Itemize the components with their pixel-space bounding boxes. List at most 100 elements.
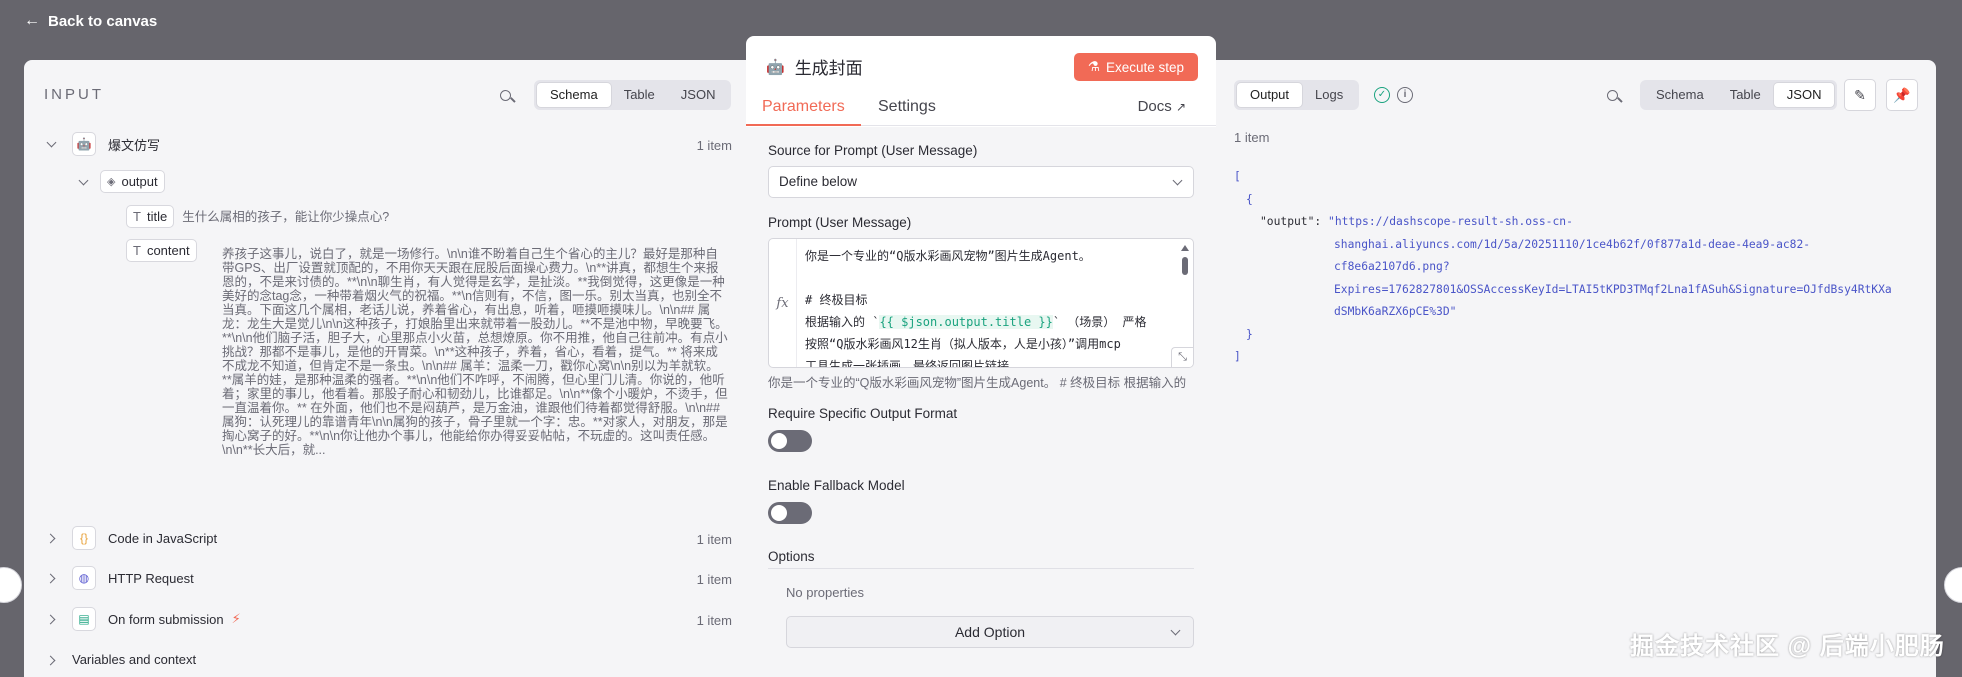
variables-label: Variables and context — [72, 652, 197, 667]
require-format-label: Require Specific Output Format — [768, 406, 958, 421]
search-icon[interactable] — [1606, 89, 1622, 105]
tree-node-output[interactable]: ◈ output — [78, 170, 165, 193]
tab-settings[interactable]: Settings — [862, 96, 952, 126]
chevron-down-icon — [1170, 625, 1181, 636]
tree-node-baowen[interactable]: 🤖 爆文仿写 — [46, 132, 746, 156]
view-tab-table[interactable]: Table — [611, 83, 668, 107]
chevron-down-icon[interactable] — [78, 176, 90, 188]
fallback-label: Enable Fallback Model — [768, 478, 905, 493]
prompt-expression: {{ $json.output.title }} — [879, 315, 1053, 329]
prompt-segment: ` （场景） 严格 — [1052, 315, 1147, 329]
output-panel: Output Logs ✓ i Schema Table JSON ✎ 📌 1 … — [1216, 60, 1936, 677]
view-tab-schema[interactable]: Schema — [1643, 83, 1717, 107]
node-settings-panel: 🤖 生成封面 ⚗ Execute step Parameters Setting… — [746, 36, 1216, 677]
prompt-label: Prompt (User Message) — [768, 215, 912, 230]
json-colon: : — [1314, 215, 1329, 228]
tree-node-http[interactable]: ◍ HTTP Request — [46, 566, 746, 590]
node-count: 1 item — [696, 572, 732, 587]
tree-node-form[interactable]: ▤ On form submission ⚡ — [46, 607, 746, 631]
execute-step-button[interactable]: ⚗ Execute step — [1073, 53, 1198, 81]
view-tab-table[interactable]: Table — [1717, 83, 1774, 107]
prompt-line: 工具生成一张插画，最终返回图片链接。 — [805, 359, 1022, 368]
chevron-right-icon[interactable] — [46, 613, 58, 625]
fallback-toggle[interactable] — [768, 502, 812, 524]
prompt-line: 你是一个专业的“Q版水彩画风宠物”图片生成Agent。 — [805, 249, 1091, 263]
source-value: Define below — [779, 174, 858, 189]
scroll-up-arrow-icon[interactable] — [1181, 245, 1189, 251]
expand-editor-icon[interactable]: ⤡ — [1171, 347, 1193, 367]
json-output: [ { "output": "https://dashscope-result-… — [1234, 166, 1892, 369]
prompt-line-blank — [805, 267, 1175, 289]
search-icon[interactable] — [499, 89, 515, 105]
prompt-preview: 你是一个专业的“Q版水彩画风宠物”图片生成Agent。 # 终极目标 根据输入的 — [768, 376, 1187, 390]
source-label: Source for Prompt (User Message) — [768, 143, 978, 158]
add-option-button[interactable]: Add Option — [786, 616, 1194, 648]
prompt-line: 按照“Q版水彩画风12生肖（拟人版本，人是小孩）”调用mcp — [805, 337, 1121, 351]
input-panel-title: INPUT — [44, 86, 104, 103]
info-icon[interactable]: i — [1397, 87, 1413, 103]
view-tab-json[interactable]: JSON — [1773, 83, 1835, 107]
chevron-right-icon[interactable] — [46, 572, 58, 584]
edit-pencil-icon[interactable]: ✎ — [1844, 79, 1876, 111]
input-panel: INPUT Schema Table JSON 🤖 爆文仿写 1 item ◈ … — [24, 60, 746, 677]
output-object-pill: ◈ output — [100, 170, 165, 193]
options-label: Options — [768, 549, 815, 564]
field-name: title — [146, 209, 168, 224]
chevron-down-icon — [1172, 175, 1183, 186]
options-divider — [768, 568, 1194, 569]
variables-context-row[interactable]: Variables and context — [46, 652, 196, 667]
json-value-line: shanghai.aliyuncs.com/1d/5a/20251110/1ce… — [1334, 237, 1811, 251]
docs-label: Docs — [1137, 98, 1172, 115]
chevron-right-icon[interactable] — [46, 532, 58, 544]
code-braces-icon: {} — [72, 526, 96, 550]
robot-side-icon[interactable] — [0, 567, 22, 603]
chevron-down-icon[interactable] — [46, 138, 58, 150]
editor-scrollbar[interactable] — [1182, 257, 1188, 275]
globe-side-icon[interactable] — [1944, 567, 1962, 603]
node-title-text: 生成封面 — [794, 59, 863, 78]
flask-icon: ⚗ — [1087, 59, 1100, 74]
tree-node-code[interactable]: {} Code in JavaScript — [46, 526, 746, 550]
chevron-right-icon[interactable] — [46, 654, 58, 666]
json-value-line: dSMbK6aRZX6pCE%3D" — [1334, 305, 1457, 318]
cube-icon: ◈ — [107, 176, 116, 188]
node-count: 1 item — [696, 532, 732, 547]
form-icon: ▤ — [72, 607, 96, 631]
field-pill-content[interactable]: T content — [126, 239, 197, 262]
json-value-line: cf8e6a2107d6.png? — [1334, 260, 1450, 273]
prompt-editor[interactable]: fx 你是一个专业的“Q版水彩画风宠物”图片生成Agent。 # 终极目标 根据输入… — [768, 238, 1194, 368]
json-brace-open: { — [1246, 192, 1253, 206]
tab-logs[interactable]: Logs — [1302, 83, 1356, 107]
docs-link[interactable]: Docs ↗ — [1122, 96, 1202, 126]
pin-icon[interactable]: 📌 — [1886, 79, 1918, 111]
item-count: 1 item — [1234, 130, 1270, 145]
prompt-code[interactable]: 你是一个专业的“Q版水彩画风宠物”图片生成Agent。 # 终极目标 根据输入的 `… — [805, 245, 1175, 368]
input-view-switch: Schema Table JSON — [534, 80, 732, 110]
node-count: 1 item — [696, 613, 732, 628]
json-bracket-close: ] — [1234, 350, 1241, 363]
json-line: "output": "https://dashscope-result-sh.o… — [1234, 211, 1892, 234]
source-select[interactable]: Define below — [768, 166, 1194, 198]
node-count: 1 item — [696, 138, 732, 153]
field-row-title: T title 生什么属相的孩子，能让你少操点心? — [126, 205, 726, 228]
output-view-switch: Schema Table JSON — [1640, 80, 1838, 110]
tab-output[interactable]: Output — [1237, 83, 1303, 107]
external-link-icon: ↗ — [1175, 100, 1186, 114]
tab-parameters[interactable]: Parameters — [746, 96, 861, 126]
node-label: On form submission — [108, 611, 224, 627]
expression-fx-icon: fx — [769, 239, 797, 367]
view-tab-schema[interactable]: Schema — [537, 83, 611, 107]
field-name: content — [146, 243, 190, 258]
view-tab-json[interactable]: JSON — [668, 83, 729, 107]
node-title: 🤖 生成封面 — [766, 54, 863, 79]
node-tabs: Parameters Settings Docs ↗ — [746, 96, 1216, 126]
require-format-toggle[interactable] — [768, 430, 812, 452]
node-label: Code in JavaScript — [108, 530, 218, 546]
no-properties-text: No properties — [786, 585, 865, 600]
arrow-left-icon: ← — [24, 12, 40, 29]
prompt-line: # 终极目标 — [805, 293, 868, 307]
watermark-text: 掘金技术社区 @ 后端小肥肠 — [1630, 633, 1945, 660]
field-pill-title[interactable]: T title — [126, 205, 175, 228]
back-to-canvas-link[interactable]: ← Back to canvas — [24, 12, 157, 30]
back-label: Back to canvas — [48, 12, 158, 30]
